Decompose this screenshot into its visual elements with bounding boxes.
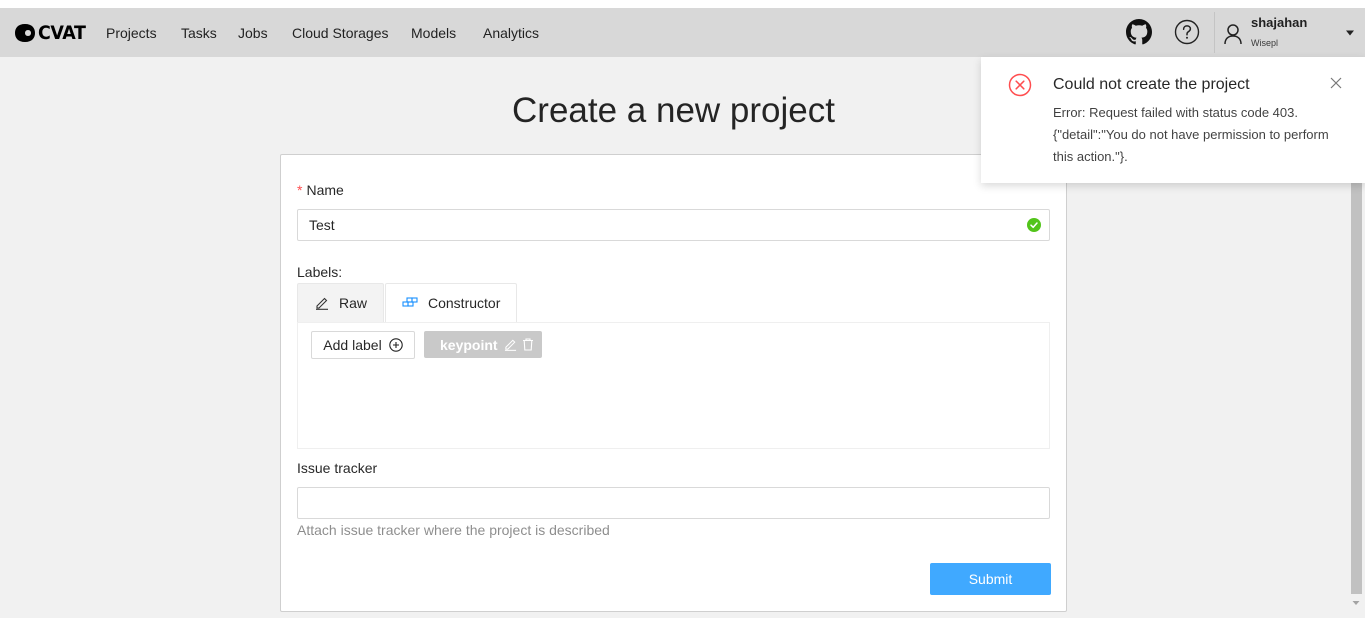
tab-raw[interactable]: Raw (297, 283, 384, 323)
scroll-down-arrow-icon[interactable] (1352, 600, 1360, 606)
constructor-pane: Add label keypoint (297, 322, 1050, 449)
issue-tracker-help: Attach issue tracker where the project i… (297, 522, 610, 538)
required-marker: * (297, 182, 303, 198)
add-label-text: Add label (323, 337, 382, 353)
label-tag[interactable]: keypoint (424, 331, 542, 358)
error-circle-icon (1008, 73, 1032, 97)
user-organization: Wisepl (1251, 38, 1279, 48)
notification-title: Could not create the project (1053, 76, 1250, 93)
nav-cloud-storages[interactable]: Cloud Storages (292, 24, 389, 42)
delete-icon[interactable] (522, 338, 534, 351)
nav-analytics[interactable]: Analytics (483, 24, 539, 42)
logo-mark-icon (15, 24, 35, 42)
nav-projects[interactable]: Projects (106, 24, 157, 42)
labels-field-label: Labels: (297, 264, 343, 280)
edit-icon[interactable] (504, 338, 517, 351)
app-header: CVAT Projects Tasks Jobs Cloud Storages … (0, 8, 1365, 57)
user-icon[interactable] (1223, 23, 1243, 45)
close-icon[interactable] (1330, 77, 1342, 89)
name-label-text: Name (306, 182, 344, 198)
build-icon (402, 297, 418, 307)
name-field-label: * Name (297, 182, 344, 198)
tab-constructor[interactable]: Constructor (385, 283, 517, 323)
nav-jobs[interactable]: Jobs (238, 24, 268, 42)
user-name[interactable]: shajahan (1251, 15, 1307, 30)
help-icon[interactable] (1174, 19, 1200, 45)
add-label-button[interactable]: Add label (311, 331, 415, 359)
name-input[interactable] (297, 209, 1050, 241)
scrollbar-thumb[interactable] (1351, 178, 1362, 594)
nav-models[interactable]: Models (411, 24, 456, 42)
issue-tracker-input[interactable] (297, 487, 1050, 519)
brand-name: CVAT (38, 22, 86, 44)
edit-icon (316, 297, 328, 310)
nav-tasks[interactable]: Tasks (181, 24, 217, 42)
github-icon[interactable] (1126, 19, 1152, 45)
issue-tracker-label: Issue tracker (297, 460, 378, 476)
notification-message: Error: Request failed with status code 4… (1053, 105, 1329, 164)
submit-button[interactable]: Submit (930, 563, 1051, 595)
plus-circle-icon (388, 338, 403, 352)
valid-check-icon (1027, 218, 1041, 232)
create-project-form: *Name Labels: Raw Constructor Add label (280, 154, 1067, 612)
top-strip (0, 0, 1365, 8)
caret-down-icon[interactable] (1345, 29, 1355, 37)
cvat-logo[interactable]: CVAT (14, 22, 90, 44)
error-notification: Could not create the project Error: Requ… (981, 57, 1365, 183)
page-title: Create a new project (512, 91, 835, 130)
tab-raw-label: Raw (339, 295, 368, 311)
header-divider (1214, 12, 1215, 53)
tab-constructor-label: Constructor (428, 295, 501, 311)
label-tag-name: keypoint (440, 336, 498, 353)
